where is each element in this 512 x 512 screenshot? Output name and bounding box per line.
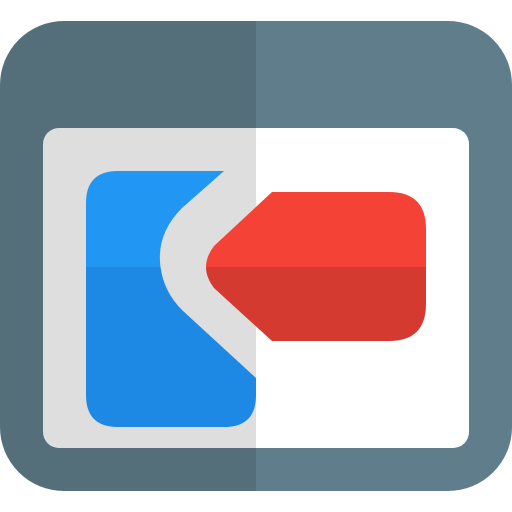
exit-window-icon (0, 21, 512, 491)
icon-canvas (0, 0, 512, 512)
